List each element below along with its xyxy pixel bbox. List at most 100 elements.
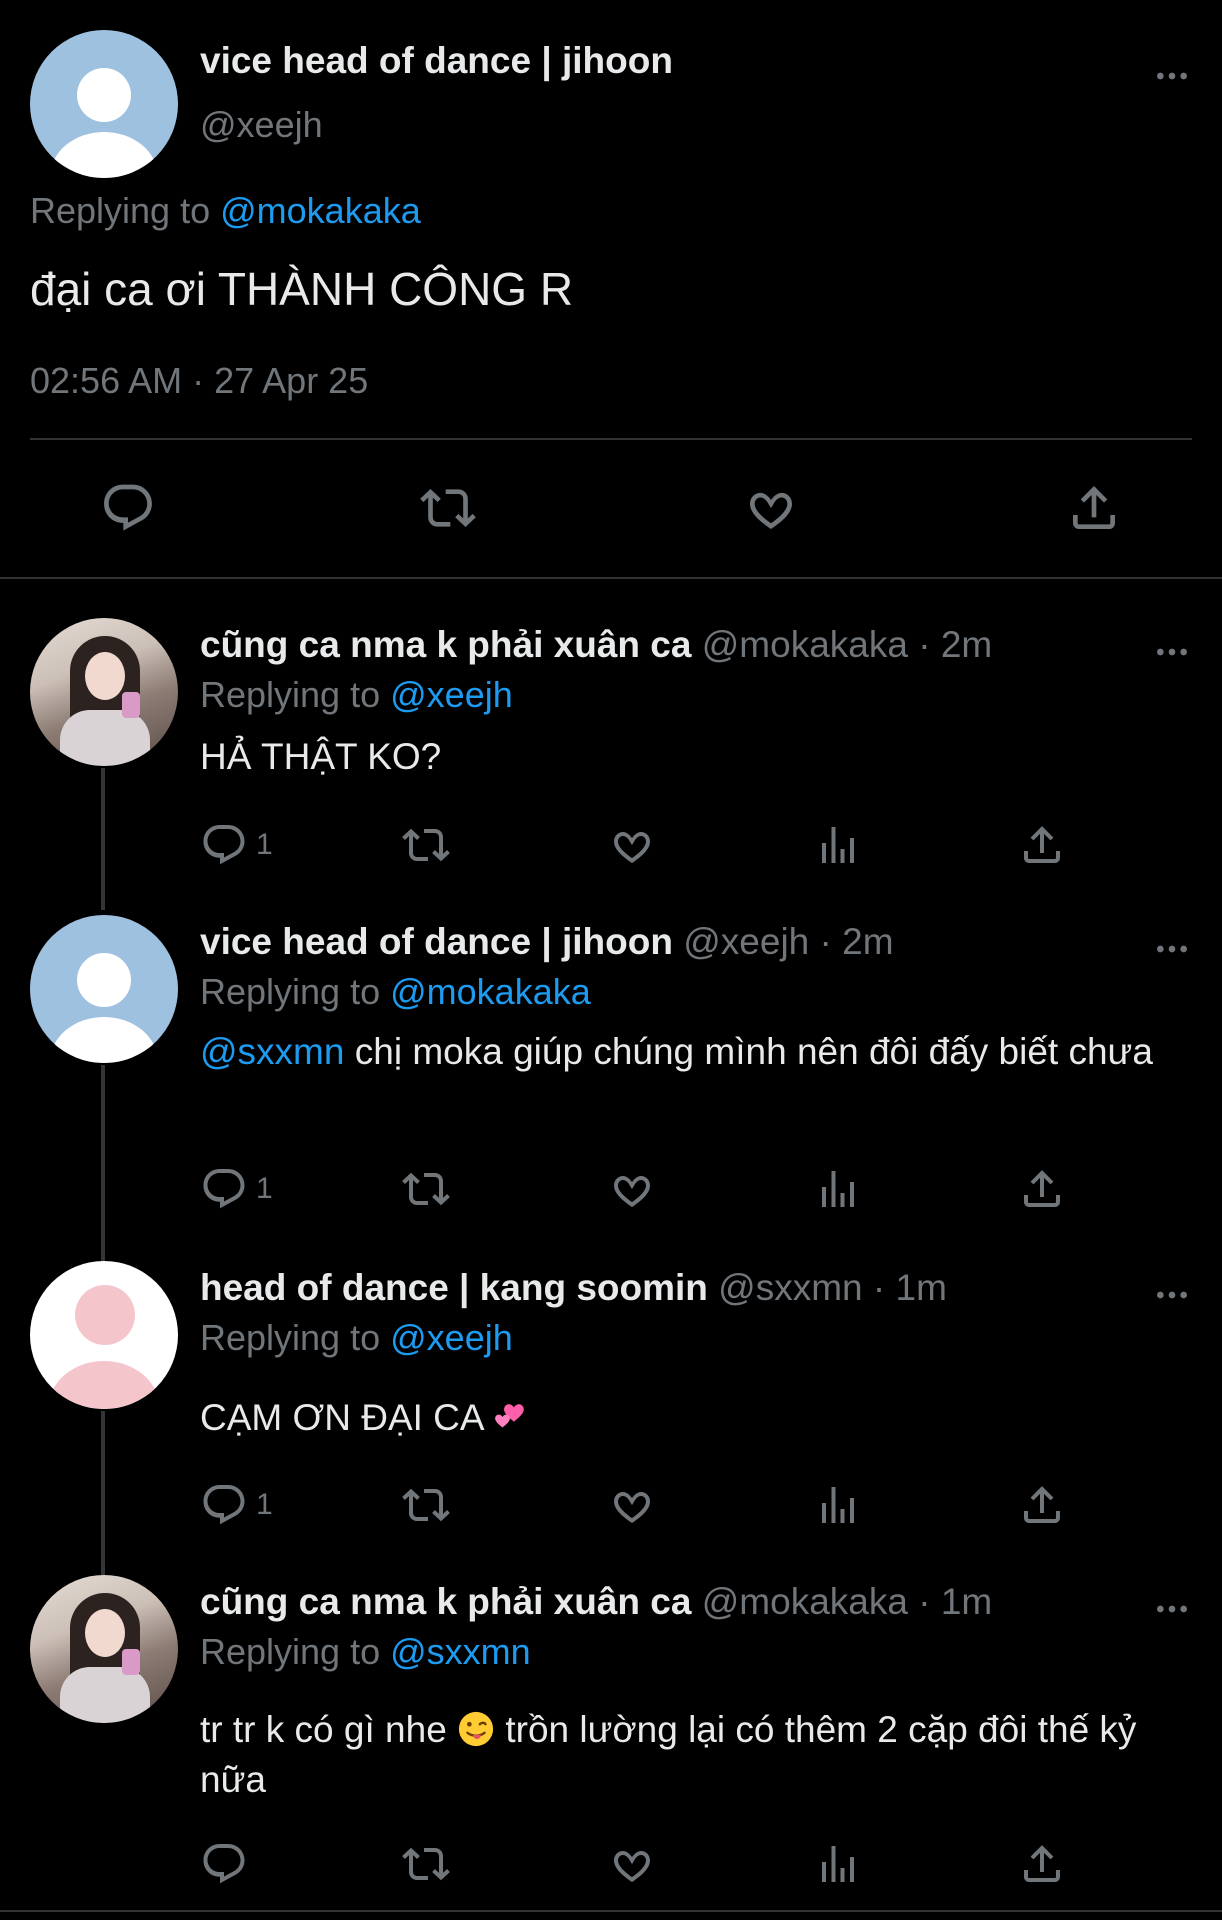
avatar[interactable] <box>30 915 178 1063</box>
avatar[interactable] <box>30 30 178 178</box>
replying-to-link[interactable]: @sxxmn <box>390 1631 531 1672</box>
reply-tweet[interactable]: vice head of dance | jihoon @xeejh · 2m … <box>0 915 1222 1265</box>
views-icon[interactable] <box>814 1481 862 1529</box>
replying-to-line: Replying to @xeejh <box>200 674 513 716</box>
retweet-icon[interactable] <box>402 1165 450 1213</box>
avatar[interactable] <box>30 618 178 766</box>
reply-count: 1 <box>256 1172 273 1205</box>
author-handle[interactable]: @xeejh <box>683 921 809 962</box>
reply-header: head of dance | kang soomin @sxxmn · 1m <box>200 1267 947 1309</box>
reply-text: CẠM ƠN ĐẠI CA <box>200 1393 1190 1443</box>
reply-time: · 1m <box>918 1581 993 1622</box>
reply-header: vice head of dance | jihoon @xeejh · 2m <box>200 921 894 963</box>
author-handle[interactable]: @mokakaka <box>702 1581 908 1622</box>
more-icon[interactable] <box>1152 1275 1192 1315</box>
avatar-body <box>48 1361 160 1409</box>
replying-to-link[interactable]: @xeejh <box>390 674 513 715</box>
tweet-actions <box>0 480 1222 540</box>
author-name[interactable]: vice head of dance | jihoon <box>200 40 673 82</box>
two-hearts-emoji <box>493 1398 531 1436</box>
author-name[interactable]: cũng ca nma k phải xuân ca <box>200 624 691 665</box>
reply-count: 1 <box>256 828 273 861</box>
author-handle[interactable]: @sxxmn <box>718 1267 862 1308</box>
like-icon[interactable] <box>608 1165 656 1213</box>
divider <box>0 1910 1222 1912</box>
replying-prefix: Replying to <box>200 674 381 715</box>
share-icon[interactable] <box>1018 1840 1066 1888</box>
reply-action[interactable]: 1 <box>200 821 273 869</box>
author-handle[interactable]: @mokakaka <box>702 624 908 665</box>
reply-text: tr tr k có gì nhe trồn lường lại có thêm… <box>200 1705 1190 1805</box>
avatar-head <box>77 953 131 1007</box>
author-handle[interactable]: @xeejh <box>200 104 323 146</box>
replying-prefix: Replying to <box>200 1631 381 1672</box>
reply-icon[interactable] <box>200 821 248 869</box>
avatar-body <box>50 1017 158 1063</box>
replying-to-line: Replying to @xeejh <box>200 1317 513 1359</box>
avatar-face <box>85 1609 125 1657</box>
retweet-icon[interactable] <box>402 1481 450 1529</box>
share-icon[interactable] <box>1018 821 1066 869</box>
share-icon[interactable] <box>1066 480 1122 536</box>
reply-icon[interactable] <box>200 1840 248 1888</box>
avatar[interactable] <box>30 1261 178 1409</box>
reply-tweet[interactable]: cũng ca nma k phải xuân ca @mokakaka · 2… <box>0 618 1222 910</box>
author-name[interactable]: cũng ca nma k phải xuân ca <box>200 1581 691 1622</box>
share-icon[interactable] <box>1018 1481 1066 1529</box>
author-name[interactable]: vice head of dance | jihoon <box>200 921 673 962</box>
more-icon[interactable] <box>1152 1589 1192 1629</box>
avatar[interactable] <box>30 1575 178 1723</box>
avatar-shirt <box>60 1667 150 1723</box>
reply-text-body: CẠM ƠN ĐẠI CA <box>200 1397 493 1438</box>
avatar-head <box>75 1285 135 1345</box>
tweet-timestamp[interactable]: 02:56 AM · 27 Apr 25 <box>30 360 368 402</box>
replying-prefix: Replying to <box>200 1317 381 1358</box>
like-icon[interactable] <box>608 821 656 869</box>
reply-actions: 1 <box>200 821 1080 869</box>
views-icon[interactable] <box>814 1840 862 1888</box>
author-name[interactable]: head of dance | kang soomin <box>200 1267 708 1308</box>
reply-actions: 1 <box>200 1481 1080 1529</box>
retweet-icon[interactable] <box>420 480 476 536</box>
reply-text-body: chị moka giúp chúng mình nên đôi đấy biế… <box>344 1031 1153 1072</box>
thread-line <box>101 768 105 910</box>
tongue-face-emoji <box>457 1710 495 1748</box>
replying-prefix: Replying to <box>200 971 381 1012</box>
reply-header: cũng ca nma k phải xuân ca @mokakaka · 1… <box>200 1581 992 1623</box>
thread-line <box>101 1065 105 1265</box>
replying-to-link[interactable]: @xeejh <box>390 1317 513 1358</box>
more-icon[interactable] <box>1152 56 1192 96</box>
like-icon[interactable] <box>608 1840 656 1888</box>
tweet-text: đại ca ơi THÀNH CÔNG R <box>30 263 574 315</box>
reply-icon[interactable] <box>200 1481 248 1529</box>
reply-icon[interactable] <box>200 1165 248 1213</box>
avatar-cup <box>122 692 140 718</box>
retweet-icon[interactable] <box>402 821 450 869</box>
replying-to-link[interactable]: @mokakaka <box>390 971 591 1012</box>
reply-time: · 2m <box>819 921 894 962</box>
reply-tweet[interactable]: head of dance | kang soomin @sxxmn · 1m … <box>0 1261 1222 1575</box>
more-icon[interactable] <box>1152 929 1192 969</box>
like-icon[interactable] <box>608 1481 656 1529</box>
avatar-body <box>50 132 158 178</box>
avatar-face <box>85 652 125 700</box>
reply-text: @sxxmn chị moka giúp chúng mình nên đôi … <box>200 1027 1190 1077</box>
views-icon[interactable] <box>814 1165 862 1213</box>
reply-action[interactable]: 1 <box>200 1165 273 1213</box>
retweet-icon[interactable] <box>402 1840 450 1888</box>
more-icon[interactable] <box>1152 632 1192 672</box>
avatar-shirt <box>60 710 150 766</box>
replying-to-line: Replying to @mokakaka <box>30 190 421 232</box>
reply-icon[interactable] <box>100 480 156 536</box>
views-icon[interactable] <box>814 821 862 869</box>
divider <box>0 577 1222 579</box>
reply-action[interactable]: 1 <box>200 1481 273 1529</box>
replying-to-line: Replying to @sxxmn <box>200 1631 531 1673</box>
reply-time: · 1m <box>872 1267 947 1308</box>
reply-tweet[interactable]: cũng ca nma k phải xuân ca @mokakaka · 1… <box>0 1575 1222 1910</box>
mention-link[interactable]: @sxxmn <box>200 1031 344 1072</box>
replying-to-link[interactable]: @mokakaka <box>220 190 421 231</box>
replying-to-line: Replying to @mokakaka <box>200 971 591 1013</box>
like-icon[interactable] <box>743 480 799 536</box>
share-icon[interactable] <box>1018 1165 1066 1213</box>
